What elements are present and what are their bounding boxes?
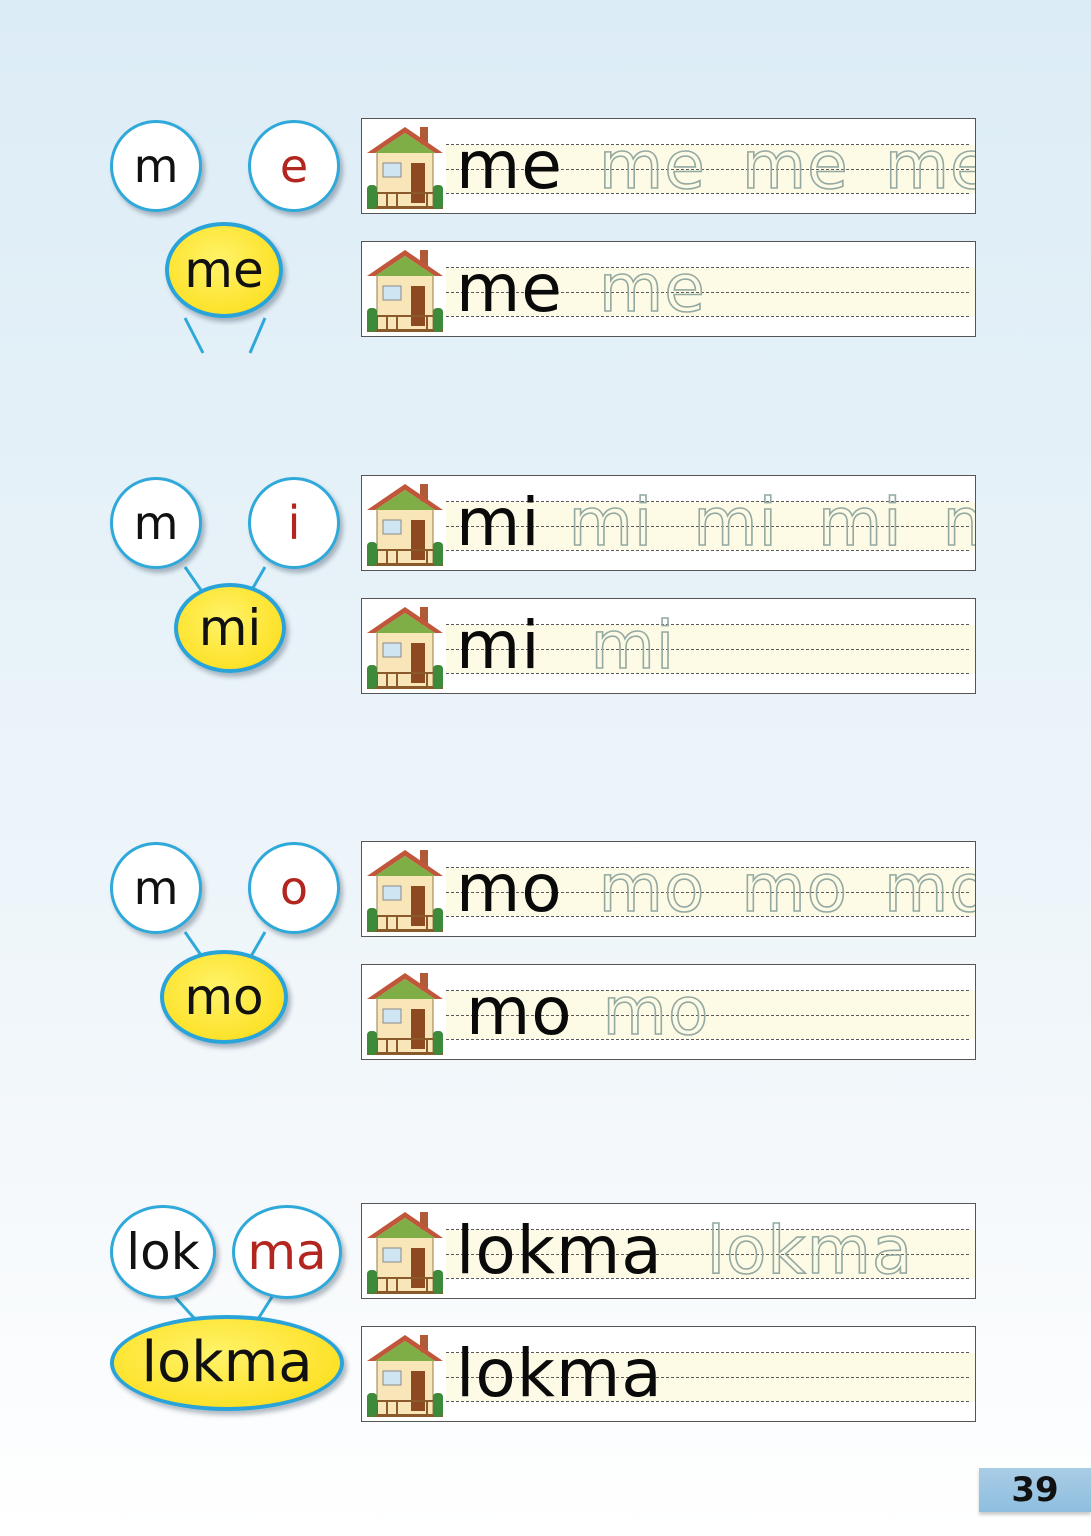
trace-word: mo [741,849,849,928]
model-word: mo [456,849,563,927]
trace-word: mi [942,483,975,562]
line-words: mo mo [466,969,745,1053]
line-words: mo mo mo mo [456,846,975,930]
writing-line[interactable]: mo mo [361,964,976,1060]
letter-bubble-left: m [110,842,202,934]
letter-bubble-right: o [248,842,340,934]
house-icon [367,1335,443,1417]
line-words: me me [456,246,742,330]
writing-line[interactable]: mo mo mo mo [361,841,976,937]
model-word: mi [456,483,541,561]
trace-word: mi [590,606,676,685]
letter-left: m [133,861,179,915]
house-icon [367,484,443,566]
model-word: mo [466,972,573,1050]
syllable-text: me [184,241,264,299]
letter-left: m [133,139,179,193]
house-icon [367,973,443,1055]
syllable-bubble: me [165,222,283,318]
model-word: me [456,126,563,204]
trace-word: me [741,126,849,205]
trace-word: me [598,249,706,328]
writing-line[interactable]: lokma lokma [361,1203,976,1299]
line-words: mi mi mi mi mi [456,480,975,564]
trace-word: me [598,126,706,205]
trace-word: mo [598,849,706,928]
letter-bubble-right: ma [232,1205,342,1299]
trace-word: mi [568,483,654,562]
house-icon [367,1212,443,1294]
house-icon [367,850,443,932]
line-words: me me me me [456,123,975,207]
letter-bubble-right: e [248,120,340,212]
trace-word: lokma [706,1211,914,1290]
trace-word: mo [883,849,975,928]
model-word: me [456,249,563,327]
letter-bubble-left: lok [110,1205,216,1299]
model-word: lokma [456,1334,663,1412]
letter-right: o [279,861,309,915]
writing-line[interactable]: mi mi [361,598,976,694]
letter-left: m [133,496,179,550]
syllable-text: lokma [141,1330,313,1395]
letter-bubble-left: m [110,120,202,212]
model-word: lokma [456,1211,663,1289]
trace-word: mi [817,483,903,562]
house-icon [367,127,443,209]
trace-word: mo [602,972,710,1051]
line-words: mi mi [456,603,711,687]
syllable-bubble: mo [160,950,288,1044]
letter-bubble-right: i [248,477,340,569]
trace-word: me [884,126,975,205]
writing-line[interactable]: me me [361,241,976,337]
letter-right: e [279,139,309,193]
line-words: lokma [456,1331,699,1415]
page-number: 39 [979,1468,1091,1512]
house-icon [367,250,443,332]
letter-right: ma [247,1223,327,1281]
line-words: lokma lokma [456,1208,949,1292]
model-word: mi [456,606,541,684]
letter-right: i [287,496,301,550]
letter-bubble-left: m [110,477,202,569]
writing-line[interactable]: lokma [361,1326,976,1422]
trace-word: mi [692,483,778,562]
syllable-bubble: lokma [110,1315,344,1411]
syllable-text: mo [184,968,264,1026]
writing-line[interactable]: mi mi mi mi mi [361,475,976,571]
writing-line[interactable]: me me me me [361,118,976,214]
syllable-text: mi [198,599,262,657]
syllable-bubble: mi [174,583,286,673]
house-icon [367,607,443,689]
letter-left: lok [126,1223,200,1281]
